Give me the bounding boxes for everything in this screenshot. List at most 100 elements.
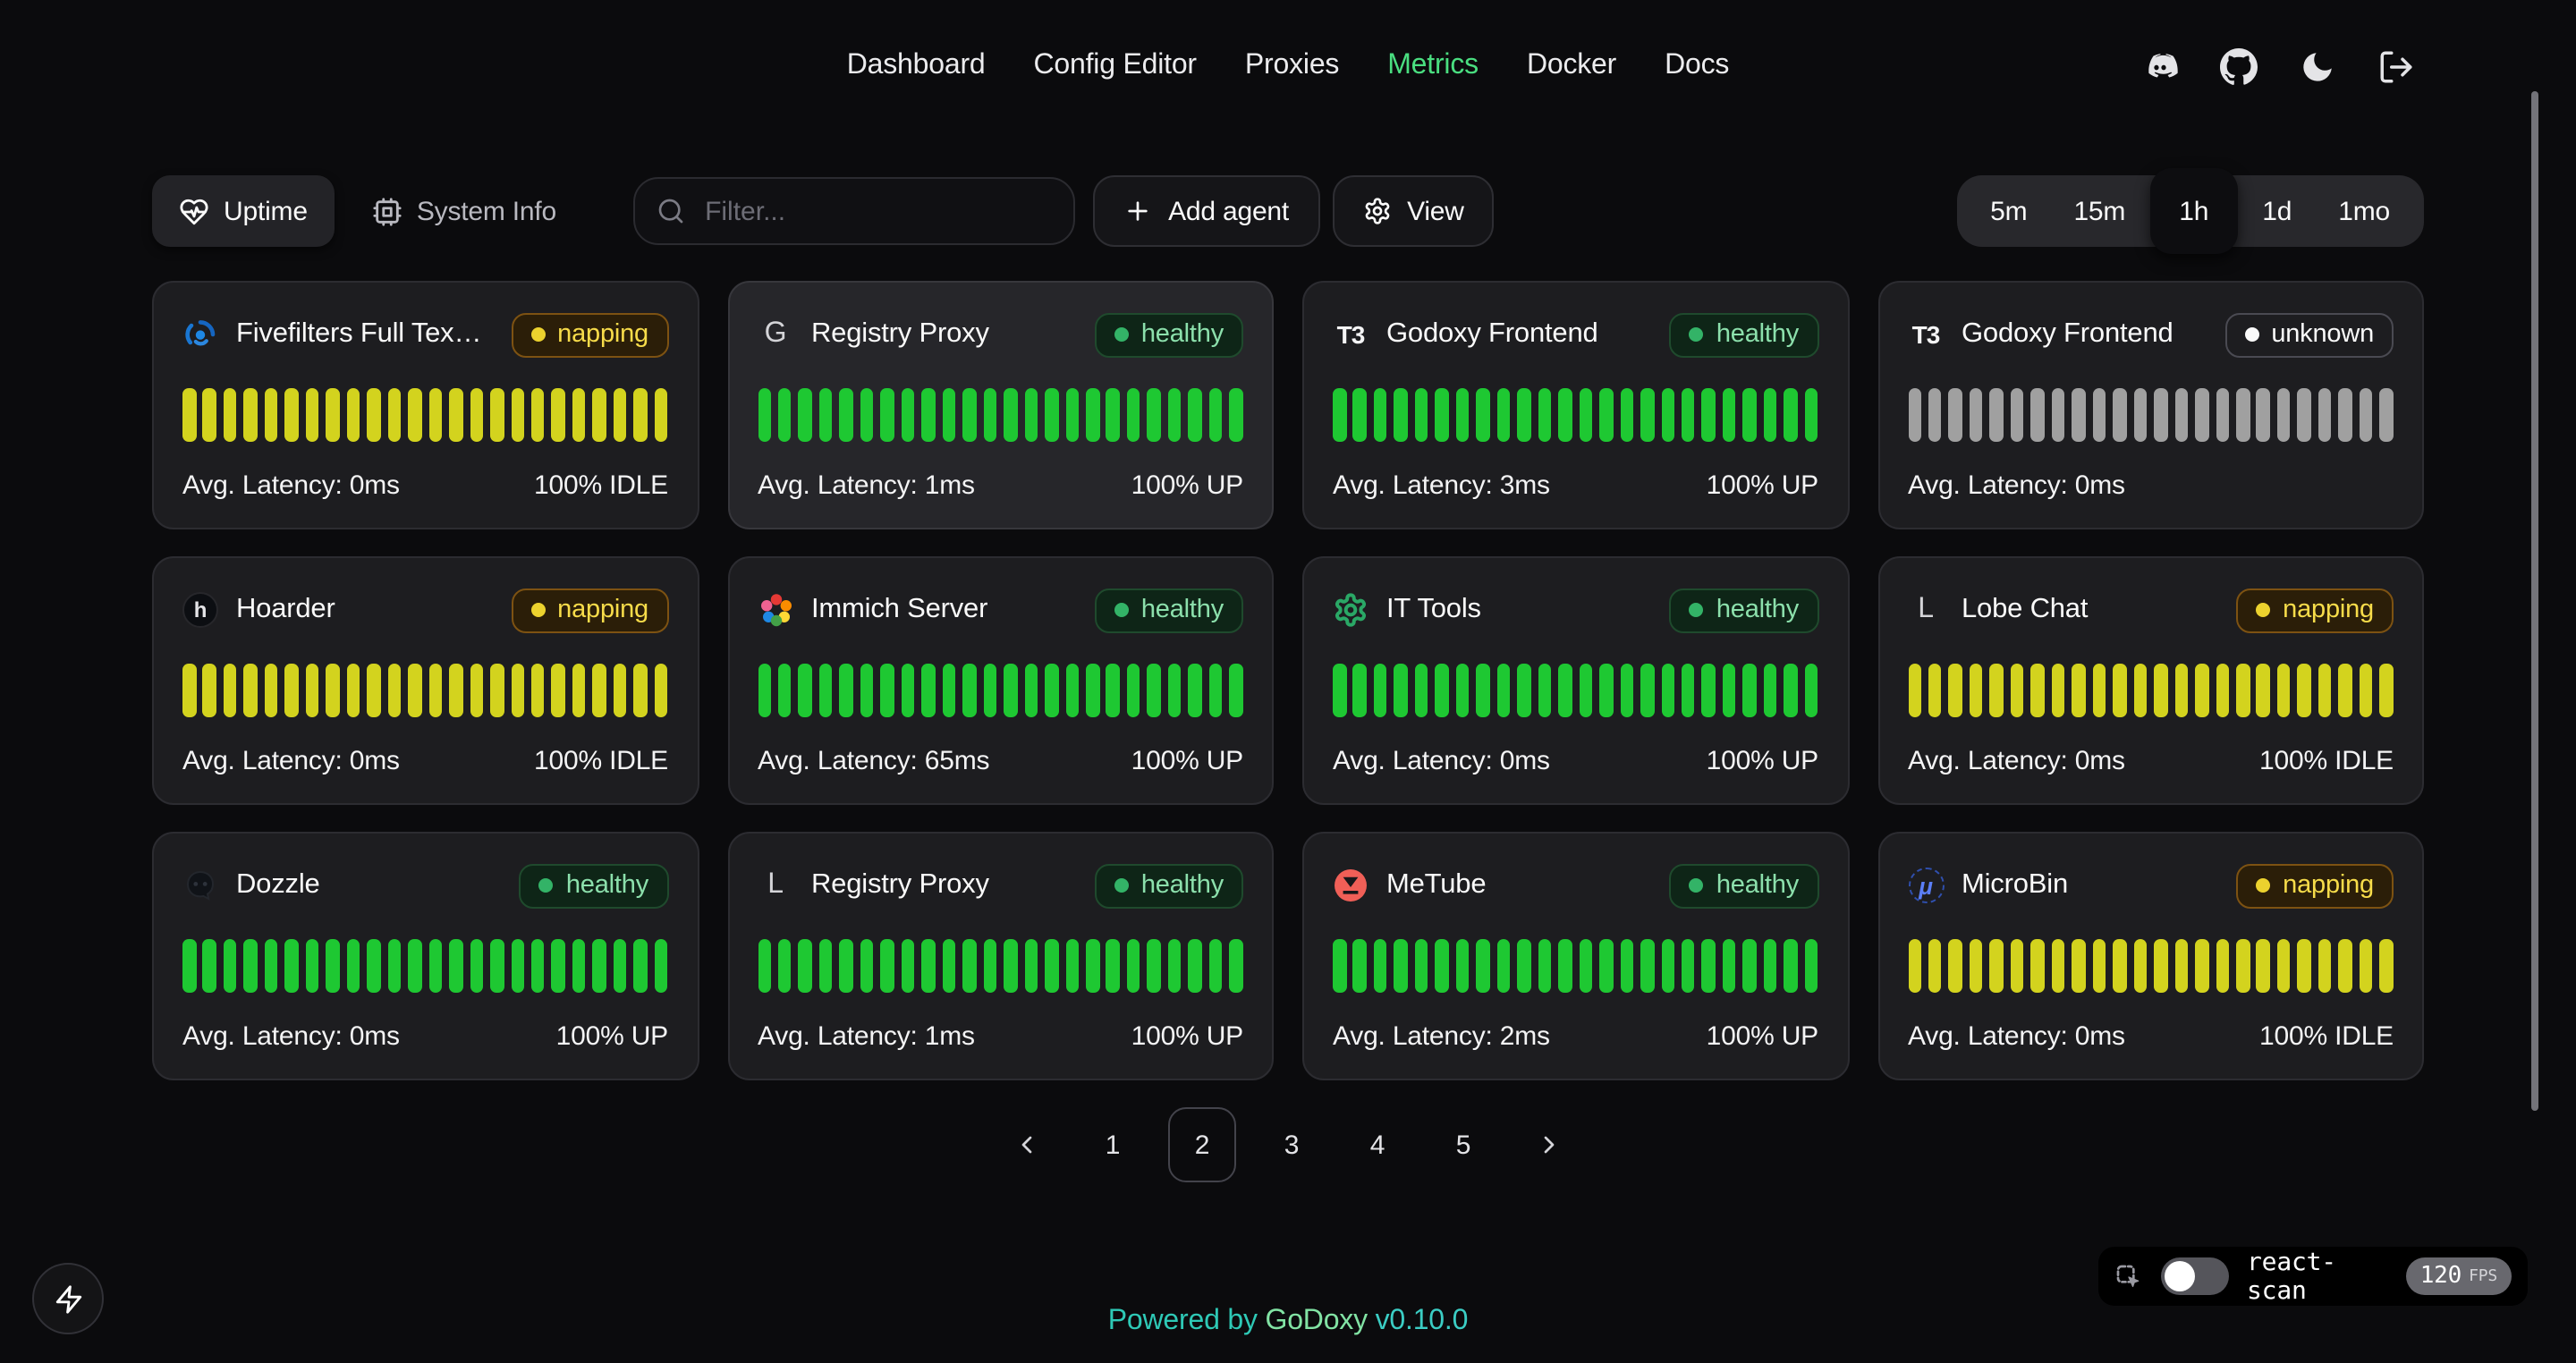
uptime-bar [1477, 388, 1490, 442]
uptime-bar [1436, 388, 1449, 442]
pagination-page-2[interactable]: 2 [1168, 1107, 1236, 1182]
uptime-bar [2113, 939, 2126, 993]
uptime-bar [1743, 664, 1757, 717]
uptime-bar [1970, 388, 1983, 442]
add-agent-button[interactable]: Add agent [1093, 175, 1319, 247]
service-card[interactable]: T3Godoxy FrontendunknownAvg. Latency: 0m… [1877, 281, 2424, 529]
uptime-bar [244, 664, 258, 717]
service-card[interactable]: LRegistry ProxyhealthyAvg. Latency: 1ms1… [727, 832, 1274, 1080]
tab-label: Uptime [224, 196, 308, 226]
tab-system-info[interactable]: System Info [345, 175, 583, 247]
nav-item-config-editor[interactable]: Config Editor [1034, 50, 1197, 82]
uptime-bar [1415, 664, 1428, 717]
status-dot-icon [1114, 327, 1129, 342]
pagination: 12345 [0, 1107, 2576, 1182]
uptime-bar [224, 664, 237, 717]
uptime-bars [1908, 388, 2394, 442]
service-card[interactable]: T3Godoxy FrontendhealthyAvg. Latency: 3m… [1302, 281, 1849, 529]
discord-icon[interactable] [2141, 47, 2179, 85]
time-range-1d[interactable]: 1d [2239, 182, 2315, 240]
status-badge: healthy [1670, 588, 1818, 632]
uptime-bar [408, 388, 421, 442]
service-name: Fivefilters Full Tex… [236, 318, 493, 351]
service-card[interactable]: hHoardernappingAvg. Latency: 0ms100% IDL… [152, 556, 699, 805]
service-card[interactable]: MeTubehealthyAvg. Latency: 2ms100% UP [1302, 832, 1849, 1080]
pagination-page-4[interactable]: 4 [1347, 1107, 1408, 1182]
quick-actions-button[interactable] [32, 1263, 104, 1334]
status-dot-icon [1690, 327, 1704, 342]
uptime-bar [387, 939, 401, 993]
uptime-bar [552, 939, 565, 993]
service-card[interactable]: DozzlehealthyAvg. Latency: 0ms100% UP [152, 832, 699, 1080]
card-footer: Avg. Latency: 0ms100% IDLE [1908, 1021, 2394, 1052]
time-range-1h[interactable]: 1h [2150, 168, 2237, 254]
uptime-bar [1106, 388, 1120, 442]
uptime-bar [1558, 939, 1572, 993]
nav-item-proxies[interactable]: Proxies [1245, 50, 1339, 82]
time-range-15m[interactable]: 15m [2050, 182, 2148, 240]
pagination-page-1[interactable]: 1 [1082, 1107, 1143, 1182]
card-header: μMicroBinnapping [1908, 862, 2394, 909]
uptime-bar [1620, 664, 1633, 717]
uptime-bar [778, 939, 792, 993]
uptime-bar [470, 388, 483, 442]
filter-input-box[interactable] [633, 177, 1075, 245]
uptime-bar [1024, 664, 1038, 717]
status-label: healthy [1716, 596, 1799, 624]
service-card[interactable]: IT ToolshealthyAvg. Latency: 0ms100% UP [1302, 556, 1849, 805]
uptime-bar [1086, 388, 1099, 442]
uptime-bars [1908, 664, 2394, 717]
service-card[interactable]: Immich ServerhealthyAvg. Latency: 65ms10… [727, 556, 1274, 805]
scrollbar-thumb[interactable] [2531, 91, 2538, 1111]
uptime-bar [1764, 664, 1777, 717]
pagination-next[interactable] [1519, 1107, 1580, 1182]
uptime-bar [1558, 388, 1572, 442]
uptime-bar [1908, 939, 1921, 993]
uptime-bar [572, 388, 586, 442]
service-name: Immich Server [811, 594, 1077, 626]
card-header: LRegistry Proxyhealthy [758, 862, 1243, 909]
github-icon[interactable] [2220, 47, 2258, 85]
uptime-bar [1230, 939, 1243, 993]
view-button[interactable]: View [1332, 175, 1495, 247]
pagination-prev[interactable] [996, 1107, 1057, 1182]
react-scan-toggle[interactable] [2161, 1257, 2229, 1295]
pagination-page-5[interactable]: 5 [1433, 1107, 1494, 1182]
service-card[interactable]: LLobe ChatnappingAvg. Latency: 0ms100% I… [1877, 556, 2424, 805]
card-header: LLobe Chatnapping [1908, 587, 2394, 633]
nav-item-dashboard[interactable]: Dashboard [847, 50, 986, 82]
uptime-bar [2216, 939, 2229, 993]
uptime-bar [224, 939, 237, 993]
uptime-bar [1538, 388, 1551, 442]
nav-item-docs[interactable]: Docs [1665, 50, 1729, 82]
uptime-bar [2133, 388, 2147, 442]
nav-item-metrics[interactable]: Metrics [1387, 50, 1479, 82]
time-range-1mo[interactable]: 1mo [2315, 182, 2413, 240]
service-card[interactable]: GRegistry ProxyhealthyAvg. Latency: 1ms1… [727, 281, 1274, 529]
service-card[interactable]: Fivefilters Full Tex…nappingAvg. Latency… [152, 281, 699, 529]
uptime-bar [2154, 664, 2167, 717]
nav-item-docker[interactable]: Docker [1527, 50, 1616, 82]
godoxy-link[interactable]: GoDoxy [1266, 1306, 1368, 1336]
service-name: MicroBin [1962, 869, 2218, 902]
uptime-bar [511, 939, 524, 993]
uptime-bar [942, 939, 955, 993]
card-footer: Avg. Latency: 3ms100% UP [1333, 470, 1818, 501]
card-footer: Avg. Latency: 1ms100% UP [758, 470, 1243, 501]
moon-icon[interactable] [2299, 47, 2336, 85]
pagination-page-3[interactable]: 3 [1261, 1107, 1322, 1182]
uptime-bar [347, 939, 360, 993]
logout-icon[interactable] [2377, 47, 2415, 85]
uptime-bar [1599, 664, 1613, 717]
filter-input[interactable] [701, 194, 1052, 228]
uptime-bar [326, 388, 340, 442]
tab-uptime[interactable]: Uptime [152, 175, 335, 247]
uptime-bar [2072, 664, 2086, 717]
uptime-bar [614, 939, 627, 993]
uptime-bar [962, 388, 976, 442]
uptime-bar [1148, 664, 1161, 717]
uptime-bar [1333, 664, 1346, 717]
time-range-5m[interactable]: 5m [1967, 182, 2050, 240]
service-card[interactable]: μMicroBinnapping Avg. Latency: 0ms100% ID… [1877, 832, 2424, 1080]
time-range-control: 5m15m1h1d1mo [1956, 175, 2424, 247]
